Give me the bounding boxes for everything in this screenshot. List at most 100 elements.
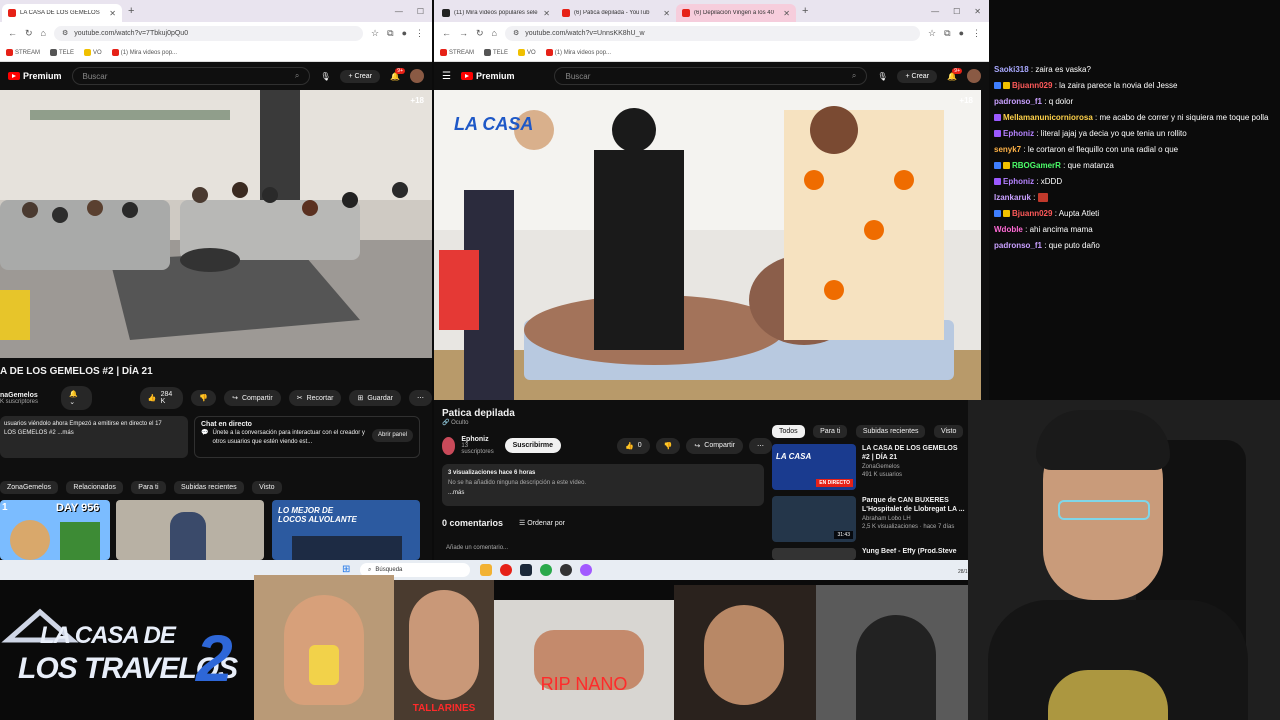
chat-username[interactable]: Ephoniz	[1003, 177, 1034, 186]
tab-item[interactable]: (6) Patica depilada - YouTub ✕	[556, 4, 676, 22]
site-info-icon[interactable]: ⚙	[513, 29, 519, 37]
mic-icon[interactable]: 🎙	[320, 72, 330, 81]
chat-username[interactable]: Bjuann029	[1012, 81, 1052, 90]
bookmark-item[interactable]: TELE	[484, 48, 508, 56]
save-button[interactable]: ⊞ Guardar	[349, 390, 401, 406]
close-icon[interactable]: ✕	[663, 9, 670, 18]
video-thumbnail[interactable]	[772, 548, 856, 560]
maximize-icon[interactable]: ☐	[953, 7, 960, 16]
url-field[interactable]: ⚙ youtube.com/watch?v=7Tbkuj0pQu0	[53, 25, 364, 41]
chat-username[interactable]: Mellamanunicorniorosa	[1003, 113, 1093, 122]
search-icon[interactable]: ⌕	[852, 71, 856, 81]
chat-username[interactable]: padronso_f1	[994, 241, 1042, 250]
like-button[interactable]: 👍 284 K	[139, 387, 184, 409]
video-thumbnail[interactable]: 31:43	[772, 496, 856, 542]
tab-item[interactable]: LA CASA DE LOS GEMELOS ✕	[2, 4, 122, 22]
bookmark-item[interactable]: (1) Mira videos pop...	[111, 48, 177, 56]
chip-for-you[interactable]: Para ti	[131, 481, 166, 494]
bookmark-item[interactable]: STREAM	[6, 48, 40, 56]
extensions-icon[interactable]: ⧉	[387, 28, 393, 39]
tab-item[interactable]: (6) Depilación Vingen a los 40 ✕	[676, 4, 796, 22]
file-explorer-icon[interactable]	[480, 564, 492, 576]
chip-watched[interactable]: Visto	[252, 481, 282, 494]
tab-item[interactable]: (11) Mira vídeos populares sele ✕	[436, 4, 556, 22]
chip-recent[interactable]: Subidas recientes	[855, 425, 926, 438]
chip-related[interactable]: Relacionados	[66, 481, 123, 494]
obs-icon[interactable]	[560, 564, 572, 576]
recommendation-item[interactable]: 31:43 Parque de CAN BUXERES L'Hospitalet…	[772, 496, 977, 544]
dislike-button[interactable]: 👎	[191, 390, 217, 406]
youtube-premium-logo[interactable]: Premium	[460, 71, 514, 81]
channel-avatar[interactable]	[442, 436, 456, 455]
bookmark-item[interactable]: VO	[84, 48, 102, 56]
bookmark-item[interactable]: STREAM	[440, 48, 474, 56]
profile-icon[interactable]: ●	[959, 28, 964, 38]
close-icon[interactable]: ✕	[109, 9, 116, 18]
search-icon[interactable]: ⌕	[295, 71, 299, 81]
bookmark-star-icon[interactable]: ☆	[928, 28, 936, 39]
windows-start-icon[interactable]: ⊞	[342, 564, 350, 575]
mic-icon[interactable]: 🎙	[877, 72, 887, 81]
video-thumbnail[interactable]: 1 DAY 956	[0, 500, 110, 560]
close-icon[interactable]: ✕	[783, 9, 790, 18]
chip-all[interactable]: Todos	[772, 425, 805, 438]
back-icon[interactable]: ←	[442, 28, 451, 38]
video-player[interactable]: LA CASA +18	[434, 90, 981, 400]
chat-username[interactable]: Saoki318	[994, 65, 1029, 74]
sort-button[interactable]: ☰ Ordenar por	[519, 519, 565, 527]
chip-watched[interactable]: Visto	[933, 425, 964, 438]
open-panel-button[interactable]: Abrir panel	[371, 429, 413, 442]
extensions-icon[interactable]: ⧉	[944, 28, 950, 39]
close-icon[interactable]: ✕	[543, 9, 550, 18]
chat-username[interactable]: Wdoble	[994, 225, 1023, 234]
minimize-icon[interactable]: —	[395, 7, 403, 16]
video-thumbnail[interactable]	[116, 500, 264, 560]
description-box[interactable]: 3 visualizaciones hace 6 horas No se ha …	[442, 464, 764, 506]
browser-icon[interactable]	[580, 564, 592, 576]
close-window-icon[interactable]: ✕	[974, 7, 981, 16]
reload-icon[interactable]: ↻	[476, 28, 484, 39]
maximize-icon[interactable]: ☐	[417, 7, 424, 16]
add-comment-input[interactable]: Añade un comentario...	[446, 545, 508, 551]
bookmark-item[interactable]: VO	[518, 48, 536, 56]
search-input[interactable]: Buscar ⌕	[554, 67, 868, 85]
recommendation-item[interactable]: Yung Beef - Effy (Prod.Steve ⋮	[772, 548, 977, 560]
new-tab-button[interactable]: +	[796, 5, 814, 17]
chat-username[interactable]: padronso_f1	[994, 97, 1042, 106]
chat-username[interactable]: Ephoniz	[1003, 129, 1034, 138]
create-button[interactable]: + Crear	[897, 69, 938, 83]
menu-icon[interactable]: ⋮	[415, 28, 424, 39]
chat-username[interactable]: Izankaruk	[994, 193, 1031, 202]
dislike-button[interactable]: 👎	[655, 437, 681, 454]
site-info-icon[interactable]: ⚙	[62, 29, 68, 37]
chat-username[interactable]: RBOGamerR	[1012, 161, 1061, 170]
home-icon[interactable]: ⌂	[41, 28, 46, 38]
clip-button[interactable]: ✂ Recortar	[288, 390, 342, 406]
recommendation-item[interactable]: LA CASA EN DIRECTO LA CASA DE LOS GEMELO…	[772, 444, 977, 492]
chip-channel[interactable]: ZonaGemelos	[0, 481, 58, 494]
avatar[interactable]	[967, 69, 981, 83]
youtube-app-icon[interactable]	[500, 564, 512, 576]
chip-for-you[interactable]: Para ti	[813, 425, 848, 438]
like-button[interactable]: 👍 0	[617, 437, 650, 454]
url-field[interactable]: ⚙ youtube.com/watch?v=UnnsKK8hU_w	[504, 25, 921, 41]
hamburger-menu-icon[interactable]: ☰	[442, 71, 451, 82]
more-actions-button[interactable]: ⋯	[749, 437, 772, 454]
video-thumbnail[interactable]: LA CASA EN DIRECTO	[772, 444, 856, 490]
forward-icon[interactable]: →	[459, 28, 468, 38]
chip-recent[interactable]: Subidas recientes	[173, 481, 244, 494]
new-tab-button[interactable]: +	[122, 5, 140, 17]
minimize-icon[interactable]: —	[931, 7, 939, 16]
video-player[interactable]: +18	[0, 90, 432, 358]
notifications-bell-icon[interactable]: 🔔 9+	[947, 67, 962, 81]
subscribe-button[interactable]: Suscribirme	[504, 438, 562, 453]
share-button[interactable]: ↪ Compartir	[224, 390, 281, 406]
back-icon[interactable]: ←	[8, 28, 17, 38]
youtube-premium-logo[interactable]: Premium	[8, 71, 62, 81]
more-actions-button[interactable]: ⋯	[409, 390, 432, 406]
bookmark-star-icon[interactable]: ☆	[371, 28, 379, 39]
notifications-bell-icon[interactable]: 🔔 9+	[390, 67, 405, 81]
avatar[interactable]	[410, 69, 424, 83]
bookmark-item[interactable]: (1) Mira videos pop...	[545, 48, 611, 56]
reload-icon[interactable]: ↻	[25, 28, 33, 39]
